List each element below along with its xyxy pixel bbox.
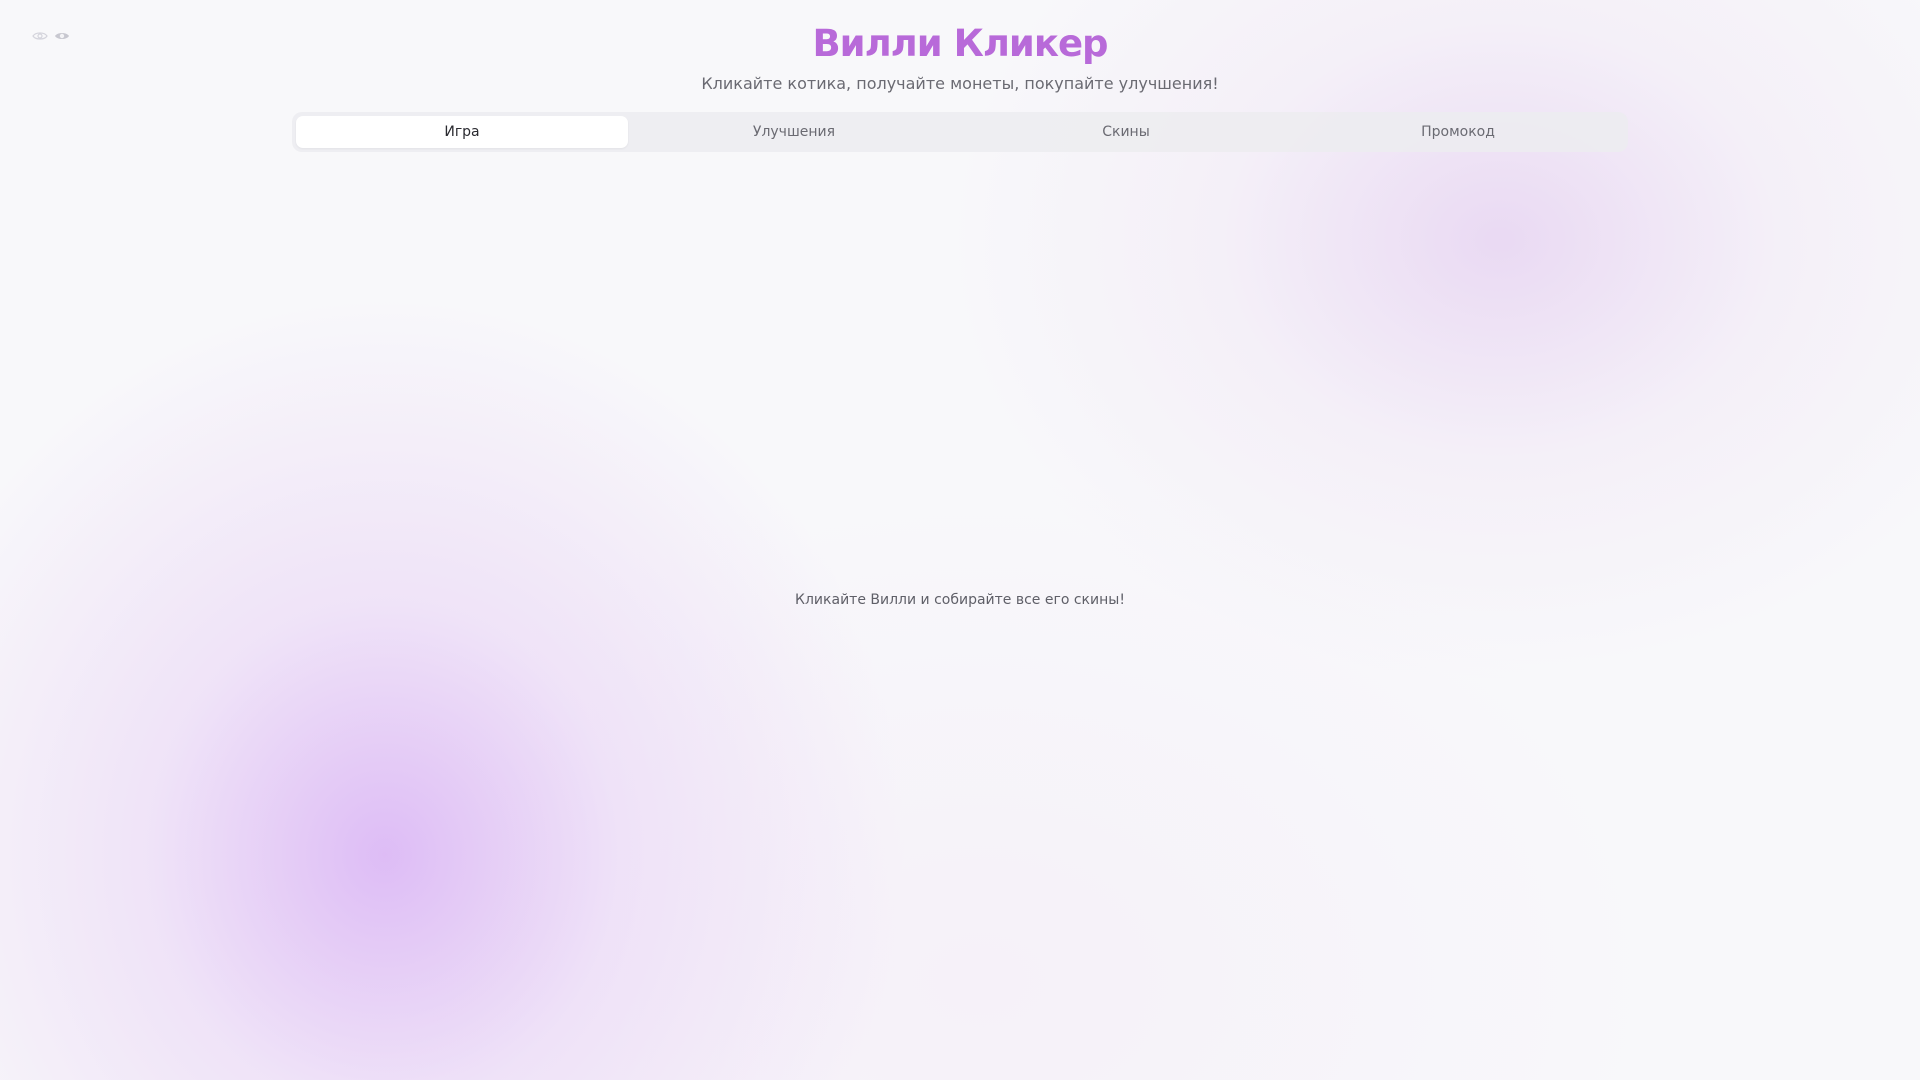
- page-header: Вилли Кликер Кликайте котика, получайте …: [0, 18, 1920, 94]
- game-hint-text: Кликайте Вилли и собирайте все его скины…: [795, 592, 1125, 608]
- tab-skins[interactable]: Скины: [960, 116, 1292, 148]
- tab-promocode[interactable]: Промокод: [1292, 116, 1624, 148]
- app-title: Вилли Кликер: [812, 22, 1108, 65]
- tab-bar: Игра Улучшения Скины Промокод: [292, 112, 1628, 152]
- app-subtitle: Кликайте котика, получайте монеты, покуп…: [701, 74, 1219, 93]
- tab-game[interactable]: Игра: [296, 116, 628, 148]
- tab-upgrades[interactable]: Улучшения: [628, 116, 960, 148]
